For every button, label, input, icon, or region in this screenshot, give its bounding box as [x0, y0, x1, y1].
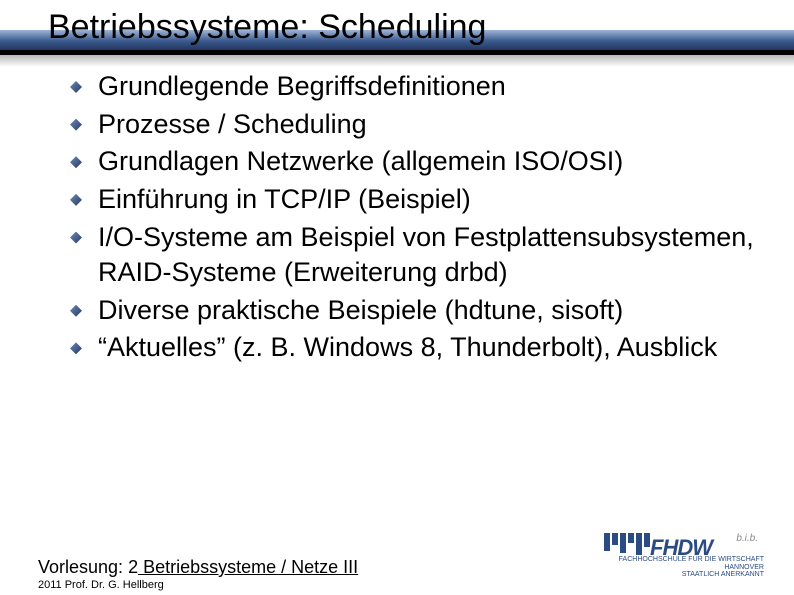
list-item: Einführung in TCP/IP (Beispiel)	[70, 182, 754, 218]
logo-bib: b.i.b.	[736, 533, 758, 544]
footer-course: Betriebssysteme / Netze III	[138, 557, 358, 577]
logo-subtext: FACHHOCHSCHULE FÜR DIE WIRTSCHAFT HANNOV…	[619, 556, 764, 579]
list-item: “Aktuelles” (z. B. Windows 8, Thunderbol…	[70, 330, 754, 366]
title-shadow	[0, 55, 794, 67]
footer: Vorlesung: 2 Betriebssysteme / Netze III…	[0, 525, 794, 595]
list-item: Diverse praktische Beispiele (hdtune, si…	[70, 293, 754, 329]
logo-sub-line: HANNOVER	[619, 564, 764, 572]
logo-sub-line: FACHHOCHSCHULE FÜR DIE WIRTSCHAFT	[619, 556, 764, 564]
footer-number: 2	[128, 557, 138, 577]
footer-sub: 2011 Prof. Dr. G. Hellberg	[38, 579, 164, 591]
footer-label: Vorlesung:	[38, 557, 128, 577]
logo: b.i.b. FHDW FACHHOCHSCHULE FÜR DIE WIRTS…	[604, 533, 764, 583]
slide-body: Grundlegende Begriffsdefinitionen Prozes…	[0, 47, 794, 366]
list-item: I/O-Systeme am Beispiel von Festplattens…	[70, 220, 754, 291]
title-area: Betriebssysteme: Scheduling	[0, 0, 794, 47]
list-item: Prozesse / Scheduling	[70, 107, 754, 143]
slide-title: Betriebssysteme: Scheduling	[48, 8, 794, 47]
logo-sub-line: STAATLICH ANERKANNT	[619, 571, 764, 579]
footer-line: Vorlesung: 2 Betriebssysteme / Netze III	[38, 557, 358, 578]
bullet-list: Grundlegende Begriffsdefinitionen Prozes…	[70, 69, 754, 366]
list-item: Grundlagen Netzwerke (allgemein ISO/OSI)	[70, 144, 754, 180]
slide: Betriebssysteme: Scheduling Grundlegende…	[0, 0, 794, 595]
list-item: Grundlegende Begriffsdefinitionen	[70, 69, 754, 105]
